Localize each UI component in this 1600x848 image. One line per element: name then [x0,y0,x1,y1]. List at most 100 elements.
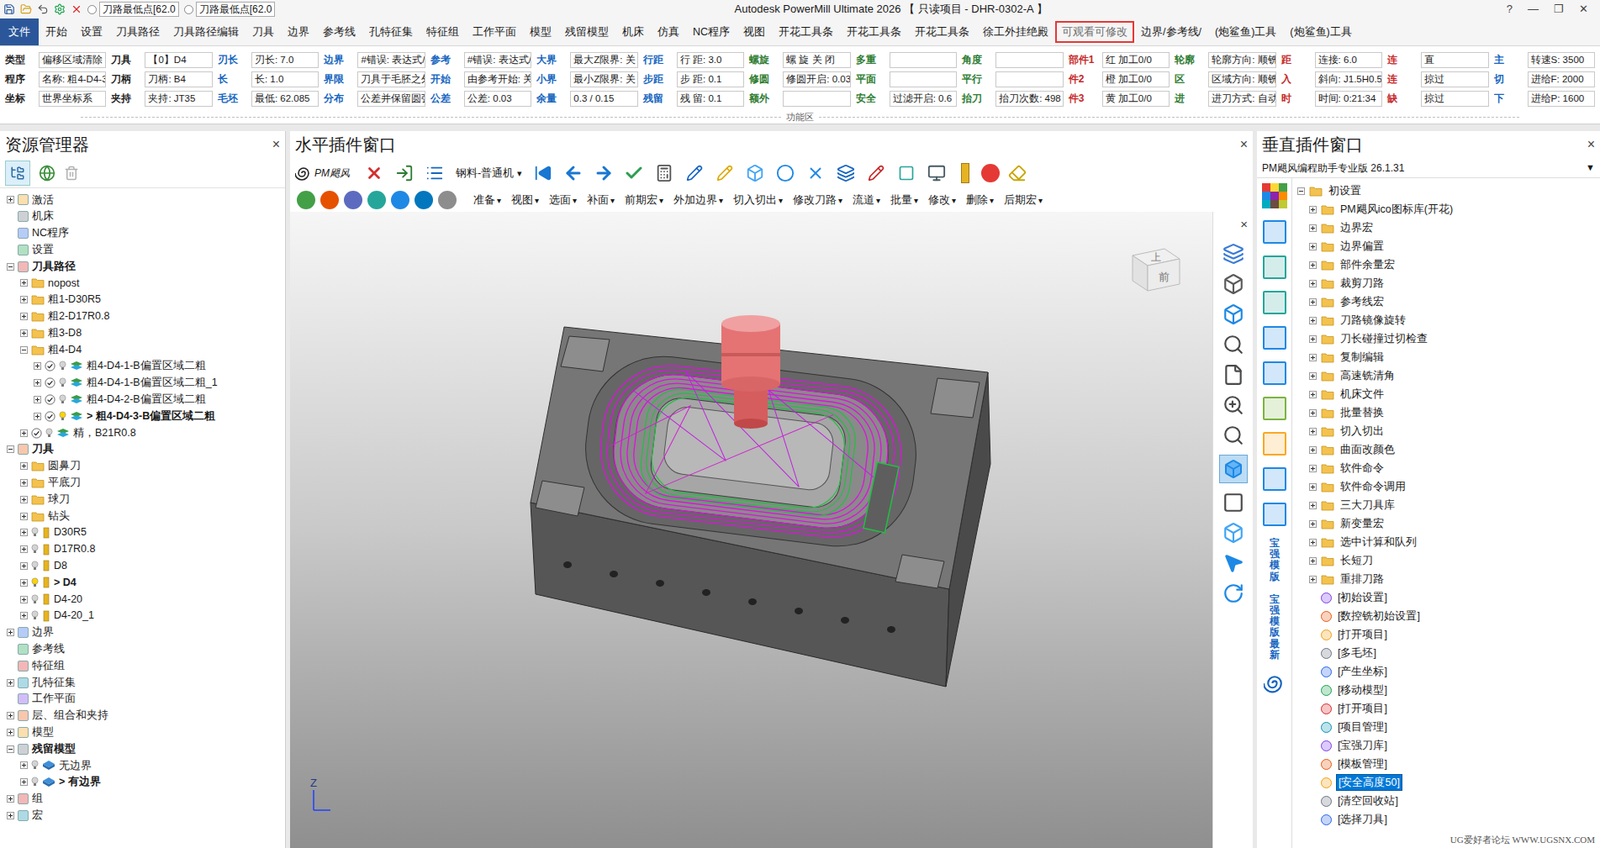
ribbon-field-value[interactable]: 修圆开启: 0.03 [782,71,851,88]
macro-tree-item[interactable]: 刀长碰撞过切检查 [1297,329,1600,349]
explorer-tree-item[interactable]: 参考线 [0,641,286,659]
ribbon-tab[interactable]: 机床 [615,18,651,46]
expand-icon[interactable] [6,628,15,637]
ribbon-field-value[interactable]: 0.3 / 0.15 [570,90,638,107]
explorer-tree-item[interactable]: 粗2-D17R0.8 [0,308,286,326]
macro-tree-item[interactable]: [清空回收站] [1297,792,1600,811]
ribbon-tab[interactable]: 可观看可修改 [1055,21,1135,43]
explorer-tree-item[interactable]: 孔特征集 [0,674,286,692]
swirl-icon[interactable] [1263,672,1286,695]
expand-icon[interactable] [33,362,42,370]
explorer-tree-item[interactable]: nopost [0,274,286,292]
open-icon[interactable] [20,3,32,16]
explorer-tree-item[interactable]: 激活 [0,191,286,209]
plugin-menu[interactable]: 准备▾ [473,191,502,209]
list-tool[interactable] [422,160,448,186]
ribbon-field-value[interactable]: 世界坐标系 [38,90,106,107]
toolpath-lowest-field[interactable]: 刀路最低点[62.0 [87,1,180,17]
expand-icon[interactable] [1309,316,1317,325]
macro-tree-item[interactable]: 边界偏置 [1297,237,1600,256]
ribbon-field-value[interactable]: 【0】D4 [144,52,212,69]
axis-tool[interactable] [681,160,708,186]
expand-icon[interactable] [20,761,28,770]
ribbon-field-value[interactable]: 红 加工0/0 [1102,52,1170,69]
window-control-button[interactable]: ✕ [1578,0,1589,18]
macro-tree-item[interactable]: 参考线宏 [1297,292,1600,312]
collapse-icon[interactable] [6,445,15,454]
material-select[interactable]: 钢料-普通机▾ [452,164,526,182]
ribbon-field-value[interactable]: 橙 加工0/0 [1102,71,1170,88]
transparent-icon[interactable] [1222,522,1245,544]
ribbon-field[interactable]: 分布公差并保留圆弧 [323,89,425,108]
zoom-icon[interactable] [1222,333,1245,356]
macro-tree-item[interactable]: PM飓风ico图标库(开花) [1297,200,1600,219]
plugin-menu[interactable]: 外加边界▾ [673,191,724,209]
ribbon-field-value[interactable]: 掠过 [1420,71,1489,88]
ribbon-field-value[interactable]: 步 距: 0.1 [676,71,745,88]
explorer-tree-item[interactable]: > 有边界 [0,774,286,792]
confirm-tool[interactable] [621,160,647,186]
macro-tree-item[interactable]: 长短刀 [1297,551,1600,571]
expand-icon[interactable] [20,579,28,587]
ribbon-field-value[interactable]: 黄 加工0/0 [1102,90,1170,107]
ribbon-tab[interactable]: 工作平面 [465,18,523,46]
expand-icon[interactable] [20,312,28,321]
ribbon-field[interactable]: 缺掠过 [1387,89,1489,108]
ribbon-tab[interactable]: 开花工具条 [839,18,909,46]
shaded-view-button[interactable] [1219,454,1248,484]
ribbon-field-value[interactable]: 掠过 [1420,90,1489,107]
explorer-tree-item[interactable]: 残留模型 [0,740,286,758]
expand-icon[interactable] [20,295,28,304]
trash-icon[interactable] [63,165,80,181]
ribbon-field[interactable]: 下进给P: 1600 [1494,89,1595,108]
boundary-tool[interactable] [772,160,798,186]
ribbon-tab[interactable]: 孔特征集 [362,18,420,46]
ribbon-field[interactable]: 进进刀方式: 自动 [1174,89,1276,108]
explorer-tree-item[interactable]: 粗4-D4-2-B偏置区域二粗 [0,391,286,409]
macro-tree-item[interactable]: 软件命令 [1297,459,1600,478]
expand-icon[interactable] [20,778,28,787]
ribbon-field[interactable]: 螺旋螺 旋 关 闭 [749,50,851,69]
explorer-tree-item[interactable]: 平底刀 [0,475,286,492]
trim-tool[interactable] [802,160,829,186]
check-icon[interactable] [44,394,56,406]
ribbon-tab[interactable]: 残留模型 [558,18,616,46]
ribbon-field[interactable]: 行距行 距: 3.0 [643,50,745,69]
ribbon-field[interactable]: 区区域方向: 顺铣 [1174,69,1276,89]
pm-logo[interactable]: PM飓风 [295,164,357,182]
expand-icon[interactable] [6,728,15,737]
bulb-icon[interactable] [31,594,39,606]
expand-icon[interactable] [20,329,28,338]
explorer-tree-item[interactable]: 钻头 [0,507,286,525]
view-cube[interactable]: 上前 [1132,248,1180,291]
plugin-menu[interactable]: 流道▾ [852,191,881,209]
tree-view-tab[interactable] [5,160,31,186]
quick-tool-icon[interactable] [296,190,316,210]
ribbon-tab[interactable]: 刀具路径编辑 [166,18,246,46]
check-icon[interactable] [31,427,43,439]
explorer-tree-item[interactable]: 特征组 [0,657,286,675]
zoom-box-icon[interactable] [1222,424,1245,447]
bulb-icon[interactable] [45,427,53,439]
ribbon-tab[interactable]: 视图 [736,18,772,46]
ribbon-field-value[interactable]: 斜向: J1.5H0.5 [1314,71,1383,88]
record-tool[interactable] [981,163,1000,183]
close-button[interactable]: × [1587,134,1595,155]
ribbon-tab[interactable]: 刀具 [245,18,281,46]
macro-shortcut-icon[interactable] [1262,220,1287,244]
bulb-icon[interactable] [31,543,39,555]
ribbon-tab[interactable]: 设置 [73,18,110,46]
macro-tree-item[interactable]: 边界宏 [1297,218,1600,238]
explorer-tree-item[interactable]: 粗3-D8 [0,324,286,342]
quick-tool-icon[interactable] [390,190,410,210]
macro-tree-item[interactable]: 重排刀路 [1297,570,1600,589]
layers-tool[interactable] [833,160,859,186]
expand-icon[interactable] [1309,261,1317,270]
macro-shortcut-icon[interactable] [1262,290,1287,315]
ribbon-field[interactable]: 多重 [855,50,957,69]
expand-icon[interactable] [1309,205,1317,214]
ribbon-field-value[interactable]: #错误: 表达式/5 [464,52,532,69]
ribbon-tab[interactable]: 文件 [0,18,39,46]
check-icon[interactable] [44,377,56,389]
macro-tree-item[interactable]: [移动模型] [1297,681,1600,700]
